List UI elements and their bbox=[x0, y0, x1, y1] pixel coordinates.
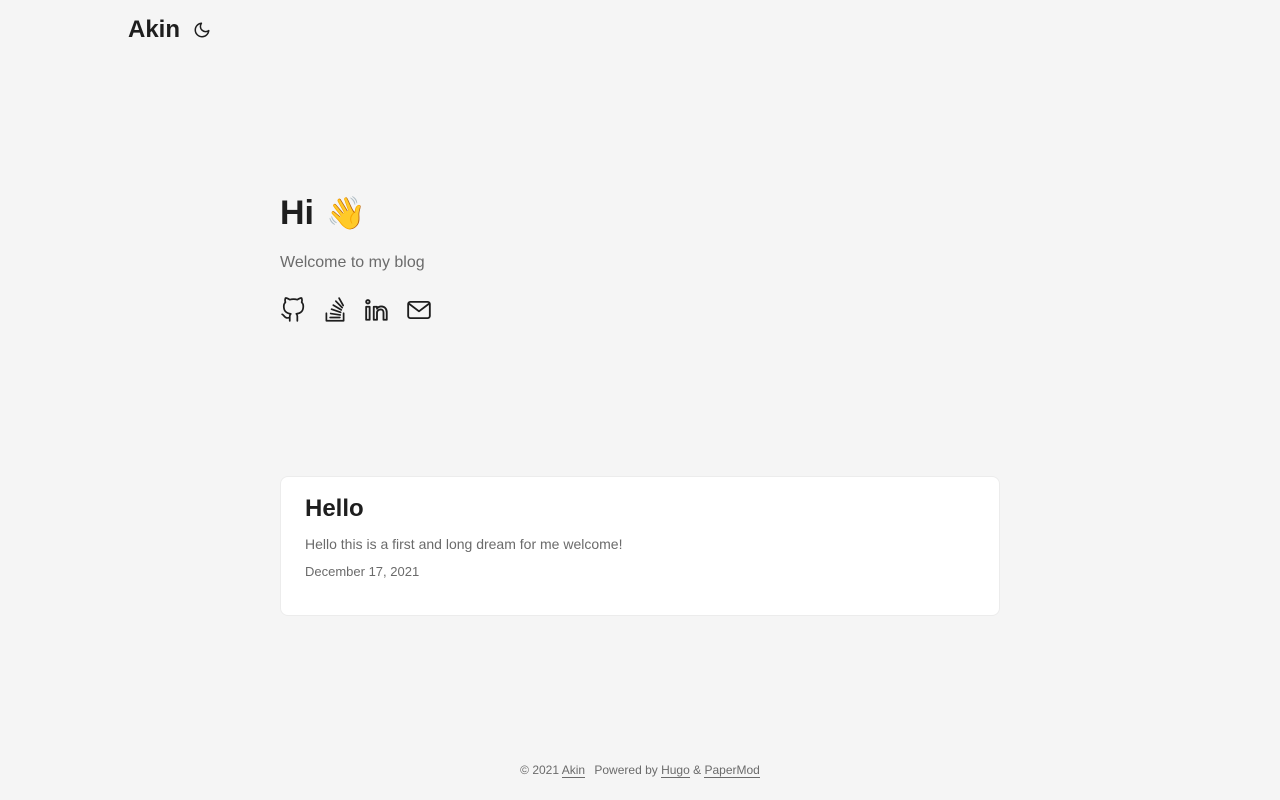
social-icons bbox=[280, 296, 1000, 324]
footer-ampersand: & bbox=[693, 763, 702, 777]
linkedin-icon[interactable] bbox=[364, 296, 390, 324]
post-title[interactable]: Hello bbox=[305, 493, 975, 525]
waving-hand-emoji: 👋 bbox=[326, 195, 366, 231]
site-logo[interactable]: Akin bbox=[128, 14, 180, 46]
post-date: December 17, 2021 bbox=[305, 564, 420, 579]
home-subtitle: Welcome to my blog bbox=[280, 254, 425, 271]
footer-papermod-link[interactable]: PaperMod bbox=[704, 763, 760, 778]
post-summary: Hello this is a first and long dream for… bbox=[305, 536, 623, 552]
stackoverflow-icon[interactable] bbox=[322, 296, 348, 324]
email-icon[interactable] bbox=[406, 296, 432, 324]
github-icon[interactable] bbox=[280, 296, 306, 324]
home-info: Hi 👋 Welcome to my blog bbox=[280, 190, 1000, 324]
footer-author-link[interactable]: Akin bbox=[561, 763, 586, 778]
post-card[interactable]: Hello Hello this is a first and long dre… bbox=[280, 476, 1000, 616]
site-header: Akin bbox=[128, 14, 214, 46]
moon-icon[interactable] bbox=[190, 18, 214, 42]
site-footer: © 2021 Akin Powered by Hugo & PaperMod bbox=[0, 762, 1280, 778]
home-title-text: Hi bbox=[280, 194, 314, 232]
footer-powered-by: Powered by bbox=[594, 763, 658, 777]
home-title: Hi 👋 bbox=[280, 190, 1000, 236]
footer-copyright: © 2021 bbox=[520, 763, 560, 777]
footer-hugo-link[interactable]: Hugo bbox=[661, 763, 690, 778]
